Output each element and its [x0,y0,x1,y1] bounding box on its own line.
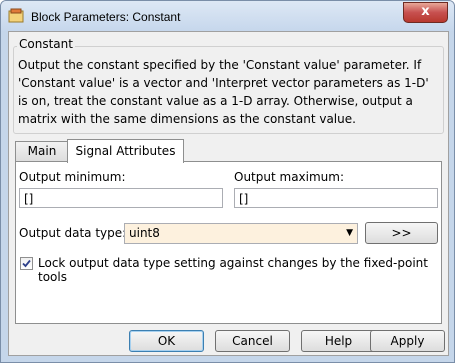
output-maximum-field[interactable]: [] [234,188,438,208]
output-minimum-field[interactable]: [] [19,188,223,208]
simulink-block-icon [8,8,24,23]
checkmark-icon [22,259,31,268]
tab-main[interactable]: Main [15,141,69,162]
signal-attributes-panel: Output minimum: [] Output maximum: [] Ou… [15,161,442,324]
output-data-type-value: uint8 [129,226,160,240]
title-bar[interactable]: Block Parameters: Constant x [1,1,454,31]
group-title: Constant [17,37,75,51]
close-icon: x [421,4,430,19]
cancel-button[interactable]: Cancel [215,330,290,352]
help-button[interactable]: Help [301,330,376,352]
output-data-type-select[interactable]: uint8 ▼ [124,223,358,244]
apply-button[interactable]: Apply [370,330,445,352]
data-type-assistant-button[interactable]: >> [365,222,438,244]
ok-button[interactable]: OK [129,330,204,352]
output-data-type-label: Output data type: [19,226,127,240]
chevron-down-icon[interactable]: ▼ [346,224,353,243]
block-description: Output the constant specified by the 'Co… [18,58,429,126]
close-button[interactable]: x [403,2,448,23]
window-title: Block Parameters: Constant [31,10,181,24]
lock-data-type-label: Lock output data type setting against ch… [38,256,428,284]
output-minimum-label: Output minimum: [19,170,126,184]
dialog-window: Block Parameters: Constant x Constant Ou… [0,0,455,363]
lock-data-type-checkbox[interactable] [20,257,33,270]
dialog-body: Constant Output the constant specified b… [8,31,449,356]
tab-signal-attributes[interactable]: Signal Attributes [67,139,184,163]
output-maximum-label: Output maximum: [234,170,345,184]
